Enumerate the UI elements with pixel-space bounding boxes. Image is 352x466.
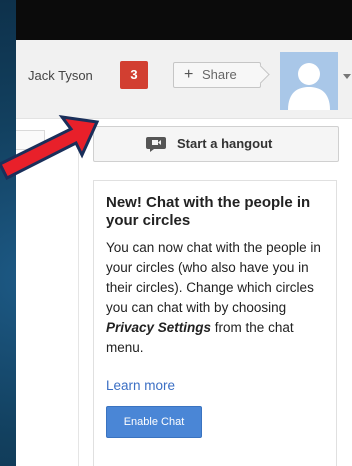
red-arrow-annotation: [0, 115, 100, 181]
